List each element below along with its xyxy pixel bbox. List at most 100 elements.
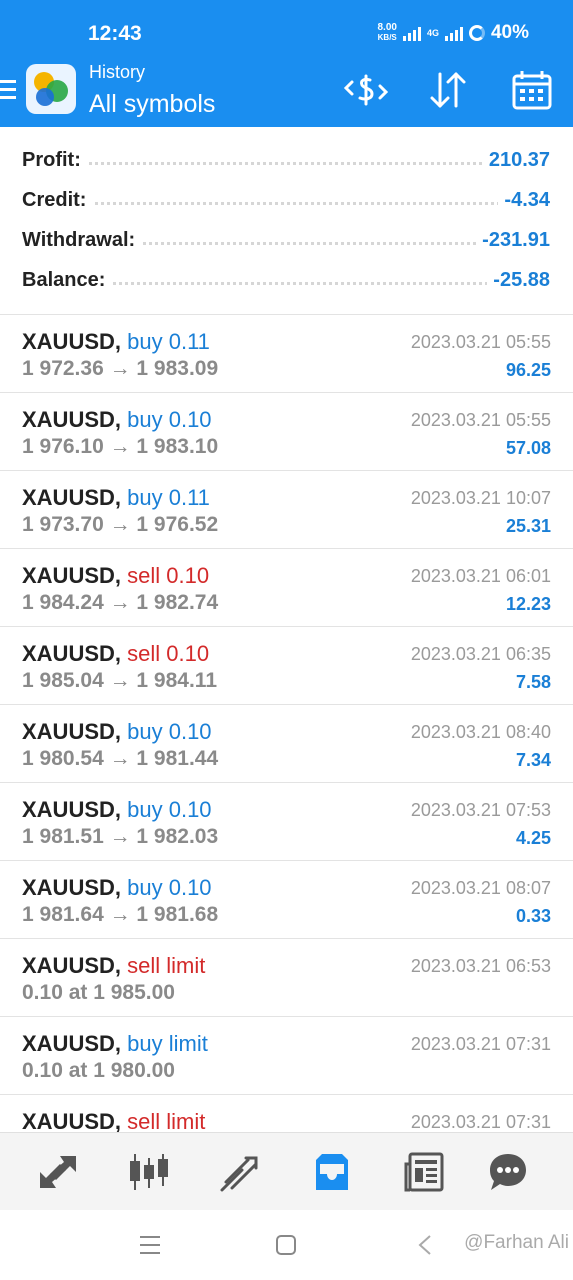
deal-row[interactable]: XAUUSD, buy 0.10 1 981.51 → 1 982.03 202… — [0, 782, 573, 860]
summary-value: 210.37 — [482, 149, 550, 172]
deal-prices: 1 985.04 → 1 984.11 — [22, 669, 217, 692]
deal-row[interactable]: XAUUSD, buy 0.10 1 981.64 → 1 981.68 202… — [0, 860, 573, 938]
deal-row[interactable]: XAUUSD, buy 0.10 1 976.10 → 1 983.10 202… — [0, 392, 573, 470]
deal-side: buy 0.10 — [127, 407, 212, 432]
status-bar: 12:43 8.00 KB/S 4G 40% — [0, 0, 573, 60]
network-speed-value: 8.00 — [377, 22, 397, 33]
menu-icon[interactable] — [0, 80, 16, 102]
summary-row-credit: Credit: -4.34 — [0, 180, 573, 220]
deal-prices: 1 976.10 → 1 983.10 — [22, 435, 219, 458]
symbol-name: XAUUSD, — [22, 563, 122, 588]
deal-profit: 96.25 — [505, 360, 551, 380]
deal-time: 2023.03.21 05:55 — [410, 410, 551, 430]
deal-symbol: XAUUSD, buy 0.10 — [22, 875, 212, 901]
deal-prices: 1 981.51 → 1 982.03 — [22, 825, 219, 848]
symbol-name: XAUUSD, — [22, 641, 122, 666]
deal-time: 2023.03.21 07:31 — [410, 1112, 551, 1132]
deal-side: buy 0.10 — [127, 797, 212, 822]
order-row[interactable]: XAUUSD, buy limit 0.10 at 1 980.00 2023.… — [0, 1016, 573, 1094]
deal-time: 2023.03.21 06:53 — [410, 956, 551, 976]
summary-value: -25.88 — [487, 269, 550, 292]
deal-side: sell limit — [127, 953, 206, 978]
summary-row-balance: Balance: -25.88 — [0, 260, 573, 300]
deal-symbol: XAUUSD, buy 0.10 — [22, 797, 212, 823]
sort-icon[interactable] — [424, 68, 472, 112]
summary-label: Profit: — [22, 149, 87, 172]
deal-prices: 1 973.70 → 1 976.52 — [22, 513, 219, 536]
deal-row[interactable]: XAUUSD, buy 0.10 1 980.54 → 1 981.44 202… — [0, 704, 573, 782]
deposit-withdraw-icon[interactable] — [342, 68, 390, 112]
network-speed: 8.00 KB/S — [377, 23, 396, 43]
quotes-icon[interactable] — [36, 1150, 80, 1194]
deal-time: 2023.03.21 08:07 — [410, 878, 551, 898]
status-indicators: 8.00 KB/S 4G 40% — [377, 22, 529, 44]
back-icon[interactable] — [416, 1234, 436, 1261]
symbol-name: XAUUSD, — [22, 407, 122, 432]
deal-profit: 7.34 — [515, 750, 551, 770]
watermark-text: @Farhan Ali — [464, 1232, 569, 1253]
network-type: 4G — [426, 27, 439, 38]
deal-symbol: XAUUSD, sell 0.10 — [22, 641, 209, 667]
deal-time: 2023.03.21 10:07 — [410, 488, 551, 508]
deal-profit: 12.23 — [505, 594, 551, 614]
deal-row[interactable]: XAUUSD, sell 0.10 1 984.24 → 1 982.74 20… — [0, 548, 573, 626]
summary-label: Balance: — [22, 269, 112, 292]
deal-side: buy 0.10 — [127, 875, 212, 900]
trade-icon[interactable] — [218, 1150, 262, 1194]
deal-symbol: XAUUSD, sell limit — [22, 953, 205, 979]
deal-prices: 1 981.64 → 1 981.68 — [22, 903, 219, 926]
signal-icon-2 — [444, 25, 463, 41]
chat-icon[interactable] — [486, 1150, 530, 1194]
summary-value: -231.91 — [476, 229, 550, 252]
deal-side: buy 0.10 — [127, 719, 212, 744]
deal-row[interactable]: XAUUSD, buy 0.11 1 973.70 → 1 976.52 202… — [0, 470, 573, 548]
symbol-name: XAUUSD, — [22, 719, 122, 744]
deal-row[interactable]: XAUUSD, sell 0.10 1 985.04 → 1 984.11 20… — [0, 626, 573, 704]
deal-symbol: XAUUSD, sell 0.10 — [22, 563, 209, 589]
deals-list[interactable]: XAUUSD, buy 0.11 1 972.36 → 1 983.09 202… — [0, 314, 573, 1132]
calendar-icon[interactable] — [508, 68, 556, 112]
news-icon[interactable] — [402, 1150, 446, 1194]
deal-row[interactable]: XAUUSD, buy 0.11 1 972.36 → 1 983.09 202… — [0, 314, 573, 392]
deal-time: 2023.03.21 07:31 — [410, 1034, 551, 1054]
system-nav-bar: @Farhan Ali — [0, 1210, 573, 1280]
order-row[interactable]: XAUUSD, sell limit 2023.03.21 07:31 — [0, 1094, 573, 1132]
deal-prices: 1 980.54 → 1 981.44 — [22, 747, 219, 770]
symbol-name: XAUUSD, — [22, 875, 122, 900]
deal-prices: 0.10 at 1 985.00 — [22, 981, 175, 1004]
home-icon[interactable] — [276, 1234, 296, 1261]
dotted-leader — [22, 202, 549, 205]
network-speed-unit: KB/S — [377, 33, 397, 42]
recent-apps-icon[interactable] — [140, 1234, 160, 1261]
signal-icon — [402, 25, 421, 41]
deal-prices: 1 972.36 → 1 983.09 — [22, 357, 219, 380]
deal-symbol: XAUUSD, buy limit — [22, 1031, 208, 1057]
deal-time: 2023.03.21 08:40 — [410, 722, 551, 742]
deal-profit: 7.58 — [515, 672, 551, 692]
history-icon[interactable] — [310, 1150, 354, 1194]
deal-symbol: XAUUSD, sell limit — [22, 1109, 205, 1132]
deal-prices: 0.10 at 1 980.00 — [22, 1059, 175, 1082]
battery-level: 40% — [490, 22, 529, 43]
deal-side: sell 0.10 — [127, 641, 210, 666]
symbol-name: XAUUSD, — [22, 797, 122, 822]
symbol-name: XAUUSD, — [22, 329, 122, 354]
account-summary: Profit: 210.37 Credit: -4.34 Withdrawal:… — [0, 140, 573, 300]
deal-profit: 0.33 — [515, 906, 551, 926]
deal-side: buy 0.11 — [127, 485, 210, 510]
deal-symbol: XAUUSD, buy 0.11 — [22, 329, 210, 355]
symbol-name: XAUUSD, — [22, 953, 122, 978]
order-row[interactable]: XAUUSD, sell limit 0.10 at 1 985.00 2023… — [0, 938, 573, 1016]
deal-prices: 1 984.24 → 1 982.74 — [22, 591, 219, 614]
dotted-leader — [22, 162, 549, 165]
battery-icon — [468, 25, 485, 41]
deal-profit: 57.08 — [505, 438, 551, 458]
deal-side: sell 0.10 — [127, 563, 210, 588]
symbol-name: XAUUSD, — [22, 485, 122, 510]
page-title[interactable]: All symbols — [89, 90, 215, 119]
deal-symbol: XAUUSD, buy 0.10 — [22, 407, 212, 433]
chart-icon[interactable] — [127, 1150, 171, 1194]
summary-label: Credit: — [22, 189, 93, 212]
deal-symbol: XAUUSD, buy 0.10 — [22, 719, 212, 745]
deal-time: 2023.03.21 07:53 — [410, 800, 551, 820]
